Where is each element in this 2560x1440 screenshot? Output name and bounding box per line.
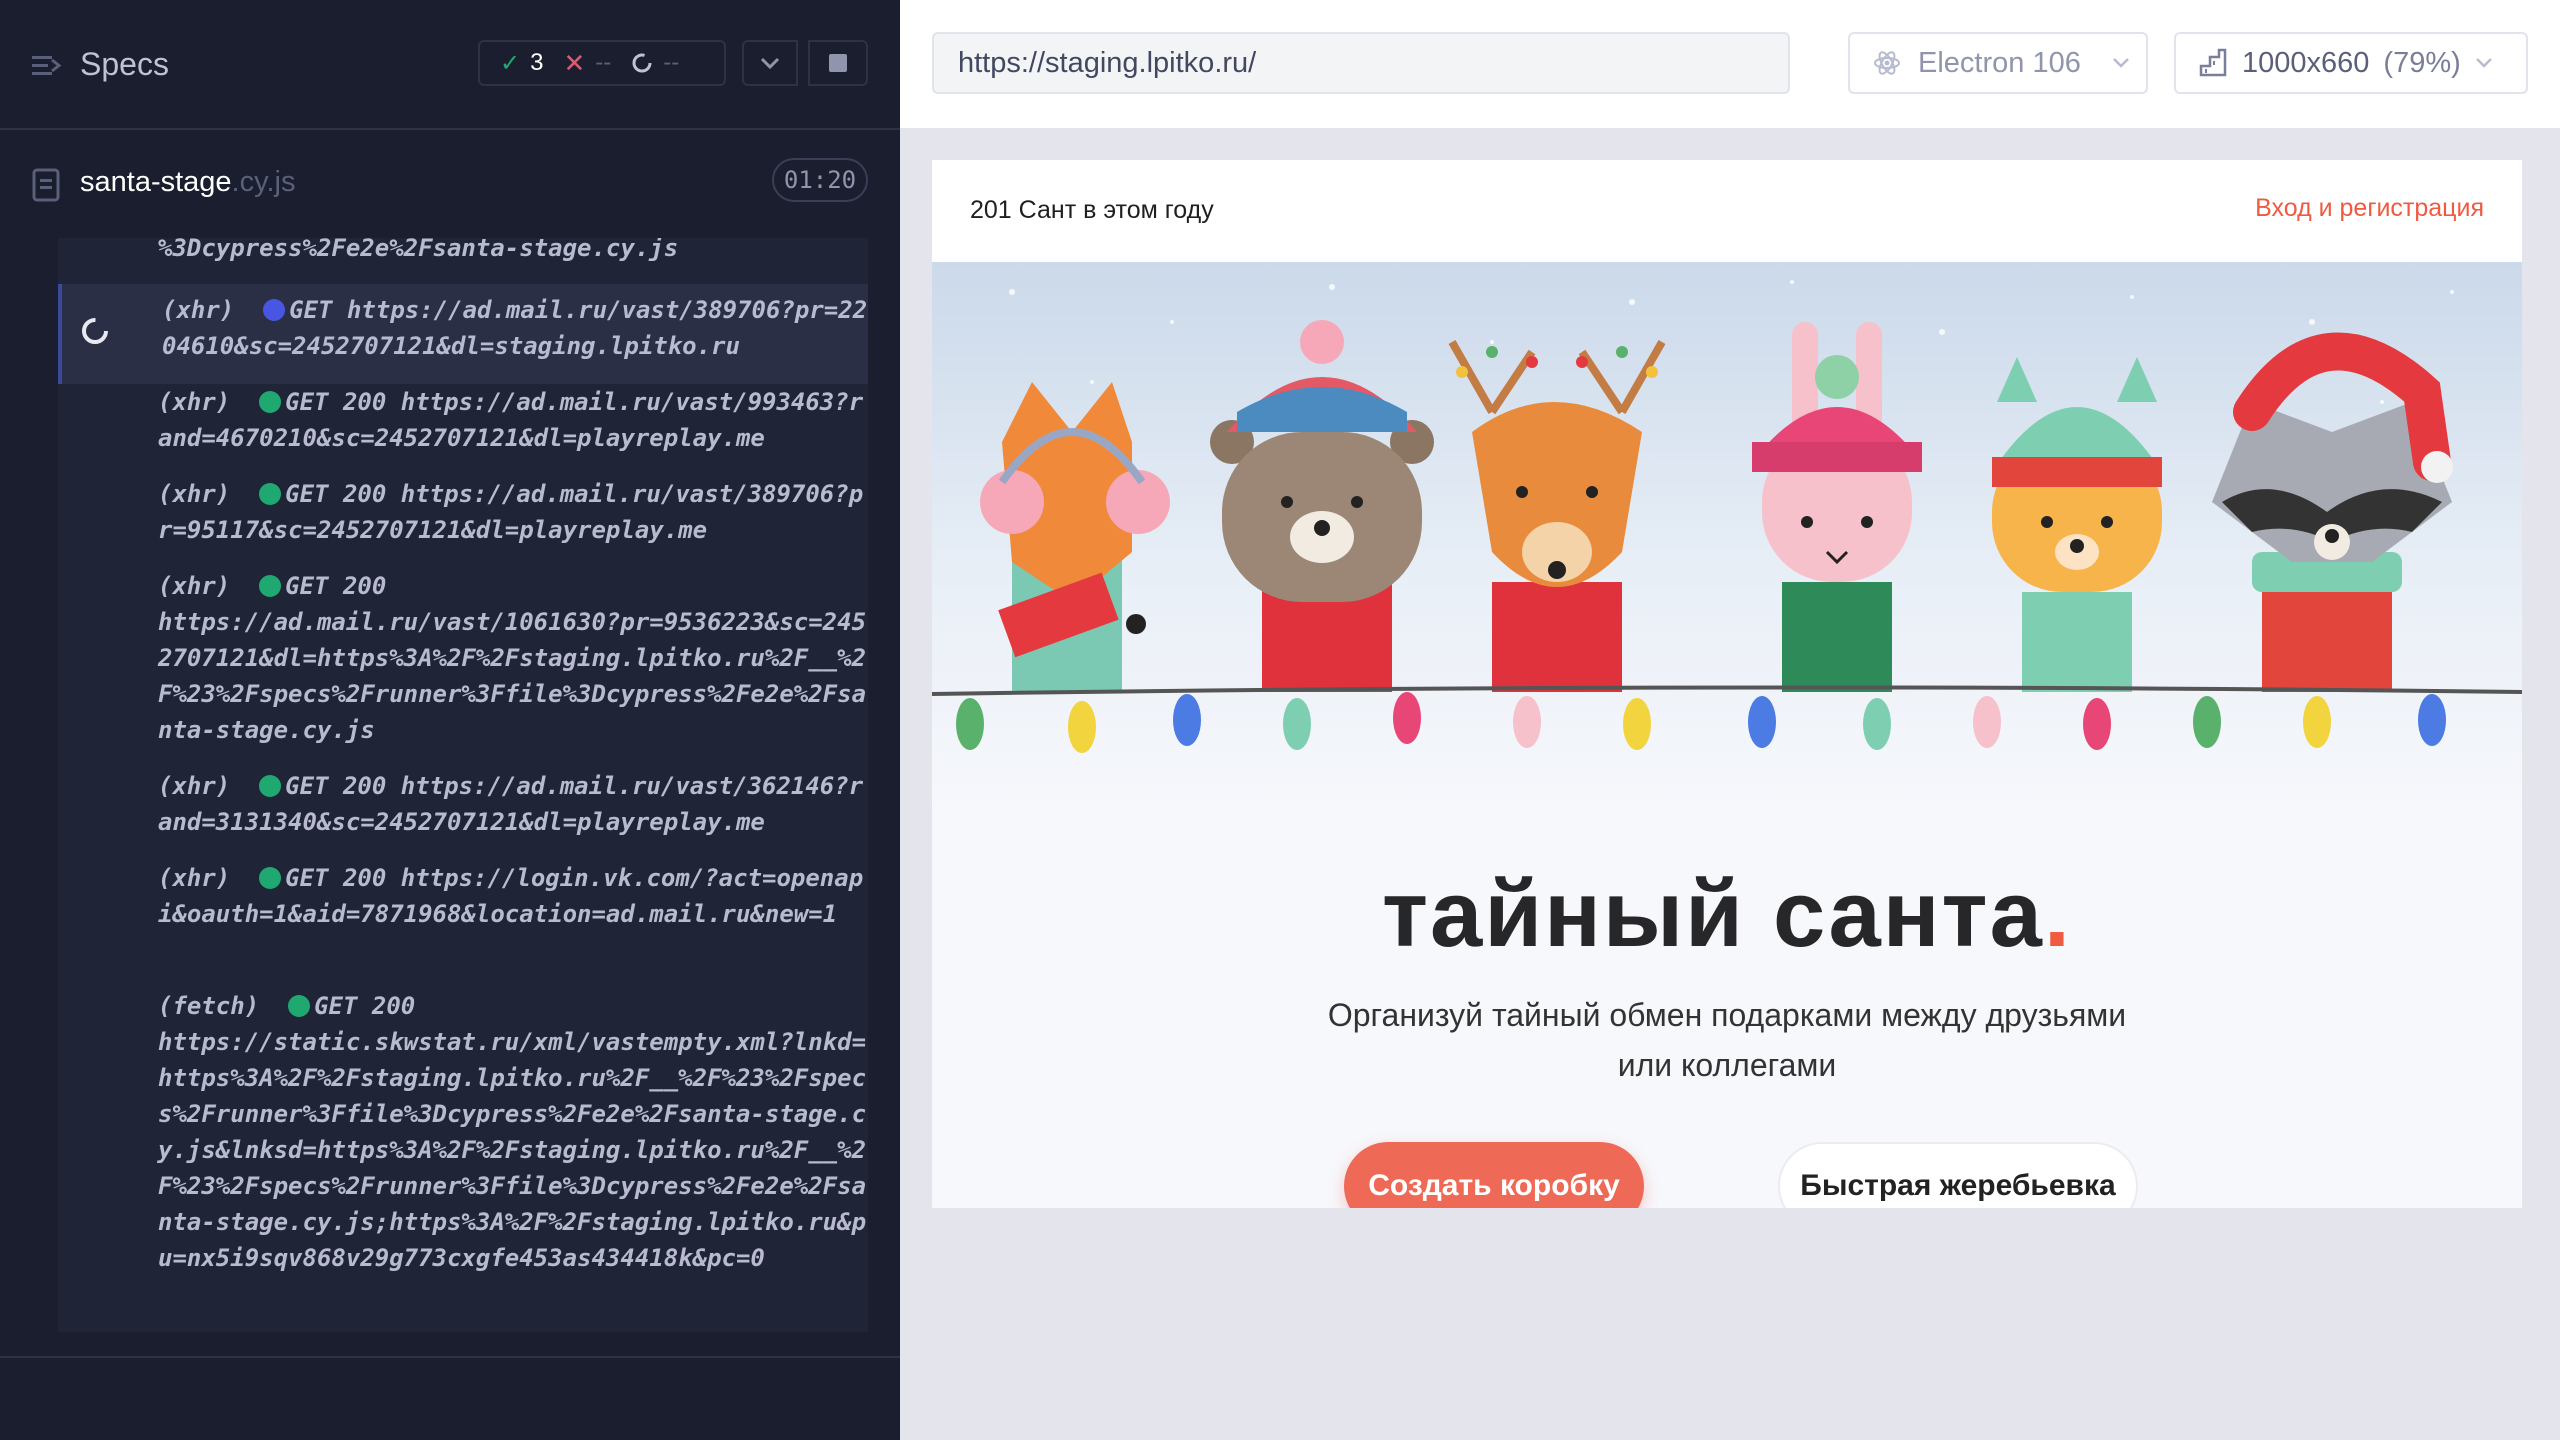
hero-illustration [932, 262, 2522, 822]
site-header: 201 Сант в этом году Вход и регистрация [932, 160, 2522, 262]
auto-scroll-toggle-button[interactable] [742, 40, 798, 86]
log-entry[interactable]: (xhr) GET 200 https://ad.mail.ru/vast/99… [58, 384, 868, 476]
log-text: (xhr) GET 200 https://login.vk.com/?act=… [158, 860, 868, 932]
chevron-down-icon [2475, 58, 2492, 68]
viewport-scale: (79%) [2383, 46, 2461, 79]
ruler-icon [2199, 48, 2227, 77]
failed-count: -- [595, 49, 612, 76]
app-under-test-frame: 201 Сант в этом году Вход и регистрация [932, 160, 2522, 1208]
pending-dot-icon [263, 299, 286, 321]
log-type: (fetch) [158, 992, 260, 1020]
stop-button[interactable] [808, 40, 868, 86]
success-dot-icon [259, 775, 282, 797]
browser-selector-button[interactable]: Electron 106 [1848, 32, 2148, 94]
log-status: 200 [342, 572, 387, 600]
document-icon [32, 168, 60, 202]
log-status: 200 [342, 388, 387, 416]
log-text: (fetch) GET 200 https://static.skwstat.r… [158, 988, 868, 1276]
log-method: GET [285, 480, 329, 508]
log-status: 200 [342, 864, 387, 892]
log-type: (xhr) [158, 772, 231, 800]
site-title-text: тайный санта [1382, 861, 2044, 966]
log-url: https://static.skwstat.ru/xml/vastempty.… [158, 1028, 867, 1272]
reporter-footer-divider [0, 1356, 900, 1358]
pending-circle-icon [632, 53, 652, 73]
success-dot-icon [259, 391, 282, 413]
chevron-down-icon [2113, 58, 2129, 68]
log-entry[interactable]: %3Dcypress%2Fe2e%2Fsanta-stage.cy.js [58, 238, 868, 284]
url-input[interactable] [932, 32, 1790, 94]
log-text: (xhr) GET https://ad.mail.ru/vast/389706… [162, 292, 868, 364]
specs-title[interactable]: Specs [80, 46, 169, 83]
success-dot-icon [259, 575, 282, 597]
aut-topbar: Electron 106 1000x660 (79%) [900, 0, 2560, 128]
pending-count: -- [663, 49, 680, 76]
passed-stat: ✓ 3 [480, 49, 543, 78]
check-icon: ✓ [500, 49, 521, 77]
log-method: GET [285, 388, 329, 416]
log-status: 200 [371, 992, 416, 1020]
aut-panel: Electron 106 1000x660 (79%) 201 Сант в э… [900, 0, 2560, 1440]
x-icon: ✕ [563, 47, 586, 78]
log-status: 200 [342, 772, 387, 800]
log-entry[interactable]: (xhr) GET 200 https://ad.mail.ru/vast/10… [58, 568, 868, 768]
create-box-button[interactable]: Создать коробку [1344, 1142, 1644, 1208]
login-register-link[interactable]: Вход и регистрация [2255, 194, 2484, 223]
log-entry[interactable]: (xhr) GET 200 https://ad.mail.ru/vast/36… [58, 768, 868, 860]
reporter-panel: Specs ✓ 3 ✕ -- -- santa-stage.cy.js 01:2… [0, 0, 900, 1440]
log-text: (xhr) GET 200 https://ad.mail.ru/vast/10… [158, 568, 868, 748]
log-text: (xhr) GET 200 https://ad.mail.ru/vast/38… [158, 476, 868, 548]
log-method: GET [285, 572, 329, 600]
passed-count: 3 [530, 49, 544, 76]
log-type: (xhr) [158, 572, 231, 600]
log-method: GET [289, 296, 333, 324]
log-method: GET [285, 772, 329, 800]
test-stats: ✓ 3 ✕ -- -- [478, 40, 726, 86]
log-type: (xhr) [158, 388, 231, 416]
quick-draw-button[interactable]: Быстрая жеребьевка [1778, 1142, 2138, 1208]
site-title-accent: . [2043, 861, 2072, 966]
log-url: https://ad.mail.ru/vast/1061630?pr=95362… [158, 608, 867, 744]
stop-icon [829, 54, 847, 72]
failed-stat: ✕ -- [543, 48, 611, 79]
viewport-size: 1000x660 [2242, 46, 2370, 79]
log-type: (xhr) [162, 296, 235, 324]
log-method: GET [314, 992, 358, 1020]
pending-stat: -- [611, 49, 679, 77]
log-text: (xhr) GET 200 https://ad.mail.ru/vast/99… [158, 384, 868, 456]
duration-badge: 01:20 [772, 158, 868, 202]
spec-file-base: santa-stage [80, 166, 232, 198]
spec-file-name[interactable]: santa-stage.cy.js [80, 166, 295, 199]
log-type: (xhr) [158, 864, 231, 892]
log-entry[interactable]: (xhr) GET 200 https://ad.mail.ru/vast/38… [58, 476, 868, 568]
reporter-header: Specs ✓ 3 ✕ -- -- [0, 0, 900, 130]
log-text: (xhr) GET 200 https://ad.mail.ru/vast/36… [158, 768, 868, 840]
log-status: 200 [342, 480, 387, 508]
electron-icon [1874, 51, 1900, 75]
spec-file-ext: .cy.js [231, 166, 296, 198]
log-entry[interactable]: (xhr) GET 200 https://login.vk.com/?act=… [58, 860, 868, 988]
browser-label: Electron 106 [1918, 46, 2081, 79]
log-method: GET [285, 864, 329, 892]
specs-list-toggle-icon[interactable] [30, 48, 64, 82]
site-title: тайный санта. [932, 860, 2522, 968]
command-log[interactable]: %3Dcypress%2Fe2e%2Fsanta-stage.cy.js (xh… [58, 238, 868, 1332]
success-dot-icon [259, 867, 282, 889]
santa-counter: 201 Сант в этом году [970, 196, 1214, 224]
success-dot-icon [288, 995, 311, 1017]
log-entry-active[interactable]: (xhr) GET https://ad.mail.ru/vast/389706… [58, 284, 868, 384]
success-dot-icon [259, 483, 282, 505]
site-subtitle: Организуй тайный обмен подарками между д… [1327, 997, 2127, 1083]
log-entry[interactable]: (fetch) GET 200 https://static.skwstat.r… [58, 988, 868, 1332]
viewport-button[interactable]: 1000x660 (79%) [2174, 32, 2528, 94]
log-type: (xhr) [158, 480, 231, 508]
chevron-down-icon [760, 57, 780, 70]
loading-spinner-icon [82, 318, 108, 344]
log-url: %3Dcypress%2Fe2e%2Fsanta-stage.cy.js [158, 238, 679, 262]
